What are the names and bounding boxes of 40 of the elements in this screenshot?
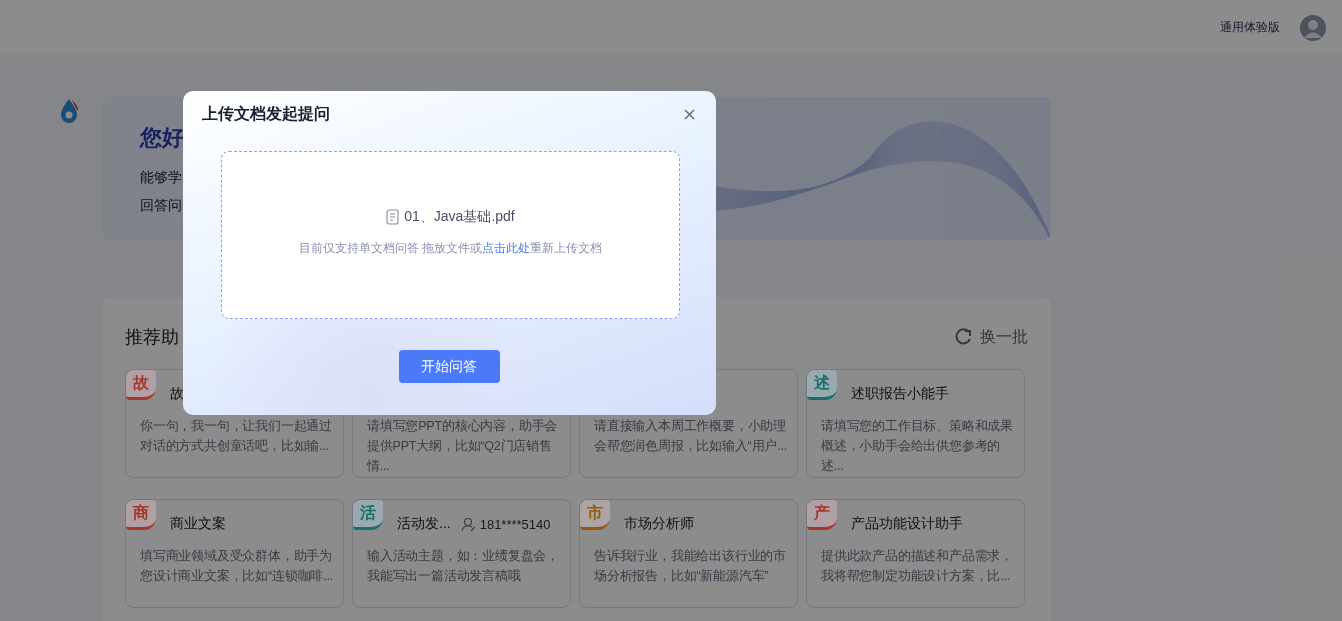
card-description: 告诉我行业，我能给出该行业的市场分析报告，比如“新能源汽车” xyxy=(594,548,787,585)
refresh-button[interactable]: 换一批 xyxy=(954,326,1028,348)
user-icon xyxy=(460,516,476,532)
document-icon xyxy=(386,208,400,225)
start-button[interactable]: 开始问答 xyxy=(398,350,500,383)
card-description: 提供此款产品的描述和产品需求，我将帮您制定功能设计方案，比... xyxy=(821,548,1014,585)
section-title: 推荐助 xyxy=(125,326,179,349)
assistant-card[interactable]: 述 述职报告小能手 请填写您的工作目标、策略和成果概述，小助手会给出供您参考的述... xyxy=(806,369,1025,478)
badge-label: 故 xyxy=(126,370,156,400)
card-title: 产品功能设计助手 xyxy=(851,515,963,533)
card-description: 请填写您PPT的核心内容，助手会提供PPT大纲，比如“Q2门店销售情... xyxy=(367,418,559,475)
card-title: 述职报告小能手 xyxy=(851,385,949,403)
badge-label: 市 xyxy=(580,500,610,530)
upload-link[interactable]: 点击此处 xyxy=(482,240,531,255)
card-title: 市场分析师 xyxy=(624,515,694,533)
card-title: 商业文案 xyxy=(170,515,226,533)
card-title: 故 xyxy=(170,385,184,403)
dialog-title: 上传文档发起提问 xyxy=(202,103,330,124)
card-description: 请填写您的工作目标、策略和成果概述，小助手会给出供您参考的述... xyxy=(821,418,1014,475)
card-title: 活动发... xyxy=(397,515,451,533)
card-description: 请直接输入本周工作概要，小助理会帮您润色周报，比如输入“用户... xyxy=(594,418,788,455)
intro-text: 回答问 xyxy=(140,196,182,215)
assistant-card[interactable]: 市 市场分析师 告诉我行业，我能给出该行业的市场分析报告，比如“新能源汽车” xyxy=(579,499,798,608)
badge-label: 活 xyxy=(353,500,383,530)
upload-hint: 目前仅支持单文档问答 拖放文件或点击此处重新上传文档 xyxy=(298,239,603,257)
file-name: 01、Java基础.pdf xyxy=(404,207,515,226)
badge-label: 商 xyxy=(126,500,156,530)
author-label: 181****5140 xyxy=(479,516,551,532)
greeting-title: 您好 xyxy=(140,124,184,152)
drop-zone[interactable]: 01、Java基础.pdf 目前仅支持单文档问答 拖放文件或点击此处重新上传文档 xyxy=(221,151,680,319)
card-description: 填写商业领域及受众群体，助手为您设计商业文案，比如“连锁咖啡... xyxy=(140,548,334,585)
refresh-icon xyxy=(954,327,974,347)
avatar-icon[interactable] xyxy=(1300,14,1326,41)
badge-label: 产 xyxy=(807,500,837,530)
assistant-card[interactable]: 产 产品功能设计助手 提供此款产品的描述和产品需求，我将帮您制定功能设计方案，比... xyxy=(806,499,1025,608)
badge-label: 述 xyxy=(807,370,837,400)
intro-text: 能够学 xyxy=(140,168,182,187)
assistant-card[interactable]: 商 商业文案 填写商业领域及受众群体，助手为您设计商业文案，比如“连锁咖啡... xyxy=(125,499,344,608)
edition-label[interactable]: 通用体验版 xyxy=(1220,19,1280,36)
close-icon[interactable] xyxy=(683,107,696,121)
